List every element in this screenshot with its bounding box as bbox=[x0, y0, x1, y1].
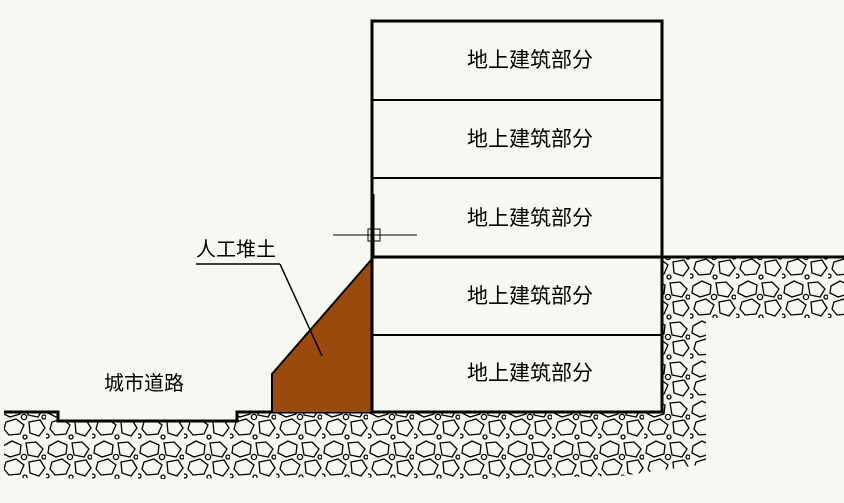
floor-label-5: 地上建筑部分 bbox=[467, 361, 593, 385]
floor-label-3: 地上建筑部分 bbox=[467, 206, 593, 230]
artificial-fill-label: 人工堆土 bbox=[196, 237, 276, 261]
cad-crosshair-cursor[interactable] bbox=[333, 194, 417, 258]
floor-label-1: 地上建筑部分 bbox=[467, 48, 593, 72]
ground-gravel-right bbox=[662, 257, 844, 412]
floor-label-4: 地上建筑部分 bbox=[467, 284, 593, 308]
cross-section-diagram: 地上建筑部分 地上建筑部分 地上建筑部分 地上建筑部分 地上建筑部分 人工堆土 … bbox=[4, 19, 844, 479]
city-road-label: 城市道路 bbox=[104, 371, 184, 395]
building: 地上建筑部分 地上建筑部分 地上建筑部分 地上建筑部分 地上建筑部分 bbox=[370, 19, 664, 414]
floor-label-2: 地上建筑部分 bbox=[467, 127, 593, 151]
artificial-soil-fill bbox=[272, 259, 372, 412]
